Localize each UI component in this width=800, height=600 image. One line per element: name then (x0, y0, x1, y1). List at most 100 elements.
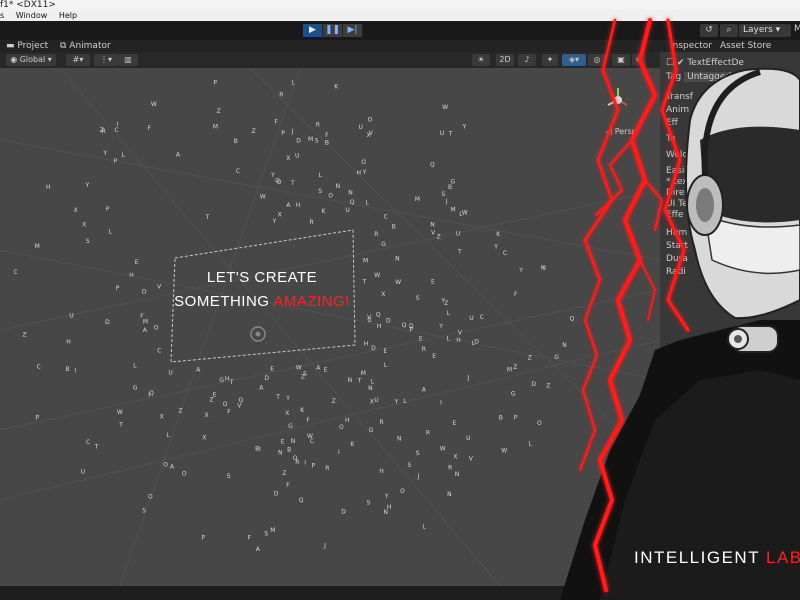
particle-letter: S (86, 238, 90, 245)
tab-project[interactable]: ▬ Project (6, 40, 48, 52)
particle-letter: Q (430, 162, 435, 169)
particle-letter: L (319, 172, 323, 179)
particle-letter: O (361, 159, 366, 166)
particle-letter: Z (437, 234, 441, 241)
particle-letter: H (225, 375, 230, 382)
component-transform[interactable]: Transf (666, 92, 693, 102)
particle-letter: D (142, 288, 147, 295)
grid-snap-button[interactable]: #▾ (66, 54, 90, 66)
ruler-button[interactable]: ▥ (118, 54, 138, 66)
particle-letter: N (562, 342, 567, 349)
particle-letter: Q (570, 316, 575, 323)
particle-letter: S (315, 137, 319, 144)
particle-letter: L (366, 200, 370, 207)
particle-letter: T (205, 214, 210, 221)
particle-letter: E (431, 279, 435, 286)
particle-letter: C (14, 269, 18, 276)
history-icon[interactable]: ↺ (700, 24, 718, 37)
particle-letter: S (416, 450, 420, 457)
particle-letter: L (109, 229, 113, 236)
pause-button[interactable]: ❚❚ (323, 24, 343, 37)
particle-letter: H (46, 184, 51, 191)
lighting-icon[interactable]: ☀ (472, 54, 490, 66)
particle-letter: K (350, 441, 355, 448)
play-button[interactable]: ▶ (303, 24, 323, 37)
scene-visibility-button[interactable]: ◈▾ (562, 54, 586, 66)
particle-letter: W (260, 194, 266, 201)
effects-icon[interactable]: ✦ (542, 54, 558, 66)
menu-item-window[interactable]: Window (16, 11, 48, 20)
particle-letter: Y (438, 323, 443, 330)
component-text[interactable]: Te (666, 134, 676, 144)
particle-letter: M (213, 123, 218, 130)
particle-letter: T (357, 377, 362, 384)
particle-letter: D (264, 375, 269, 382)
inspector-row-2: * text a (666, 177, 700, 187)
particle-letter: P (36, 414, 40, 421)
menu-item-help[interactable]: Help (59, 11, 77, 20)
component-effect[interactable]: Eff (666, 118, 678, 128)
persp-label: ◁ Persp (605, 127, 637, 136)
tab-animator[interactable]: ⧉ Animator (60, 40, 111, 52)
menu-item-s[interactable]: s (0, 11, 4, 20)
particle-letter: R (310, 219, 314, 226)
search-icon[interactable]: ⌕ (720, 24, 738, 37)
particle-letter: X (453, 453, 457, 460)
particle-letter: W (307, 433, 313, 440)
particle-letter: U (466, 435, 470, 442)
global-dropdown[interactable]: ◉ Global ▾ (6, 54, 56, 66)
particle-letter: D (341, 508, 346, 515)
component-animator[interactable]: Anim (666, 105, 689, 115)
particle-letter: H (379, 468, 384, 475)
mode-2d-toggle[interactable]: 2D (496, 54, 514, 66)
particle-letter: L (528, 440, 532, 447)
particle-letter: X (278, 211, 282, 218)
particle-letter: R (448, 465, 452, 472)
step-button[interactable]: ▶| (343, 24, 363, 37)
particle-letter: T (118, 422, 123, 429)
status-bar (0, 586, 800, 600)
particle-letter: J (445, 198, 448, 205)
particle-letter: G (511, 391, 516, 398)
particle-letter: Z (528, 354, 532, 361)
particle-letter: R (279, 91, 283, 98)
audio-icon[interactable]: ♪ (518, 54, 536, 66)
particle-letter: S (416, 295, 420, 302)
particle-letter: K (496, 231, 501, 238)
layout-dropdown[interactable]: M (794, 24, 800, 34)
particle-letter: L (447, 310, 451, 317)
layers-dropdown[interactable]: Layers ▾ (739, 24, 791, 37)
particle-letter: S (408, 462, 412, 469)
particle-letter: L (384, 362, 388, 369)
particle-letter: T (457, 249, 462, 256)
particle-letter: C (503, 250, 507, 257)
hidden-objects-icon[interactable]: ◎ (588, 54, 606, 66)
particle-letter: G (554, 354, 559, 361)
particle-letter: V (157, 284, 162, 291)
particle-letter: T (362, 279, 367, 286)
particle-letter: N (336, 183, 341, 190)
gizmos-icon[interactable]: ⊕ (632, 54, 646, 66)
particle-letter: N (395, 255, 400, 262)
particle-letter: D (531, 381, 536, 388)
particle-letter: Q (149, 390, 154, 397)
tag-dropdown[interactable]: Untagged (684, 72, 735, 82)
particle-letter: Y (440, 297, 445, 304)
particle-letter: N (397, 436, 402, 443)
scene-view[interactable]: DNPBEZYOLIJWDCRILLTTYQFTALLMXSFVBHATSHLX… (0, 68, 660, 586)
particle-letter: Z (217, 108, 221, 115)
particle-letter: N (348, 377, 353, 384)
particle-letter: P (106, 206, 110, 213)
particle-letter: Z (282, 470, 286, 477)
snap-increment-button[interactable]: ⋮▾ (94, 54, 118, 66)
camera-icon[interactable]: ▣ (612, 54, 630, 66)
particle-letter: X (285, 410, 289, 417)
tab-inspector[interactable]: Inspector (670, 40, 712, 52)
particle-letter: T (94, 443, 99, 450)
particle-letter: C (115, 127, 119, 134)
particle-letter: F (325, 132, 329, 139)
scene-toolbar: ◉ Global ▾ #▾ ⋮▾ ▥ ☀ 2D ♪ ✦ ◈▾ ◎ ▣ ⊕ (0, 52, 660, 69)
particle-letter: V (431, 229, 436, 236)
particle-letter: W (501, 448, 507, 455)
particle-letter: M (415, 196, 420, 203)
